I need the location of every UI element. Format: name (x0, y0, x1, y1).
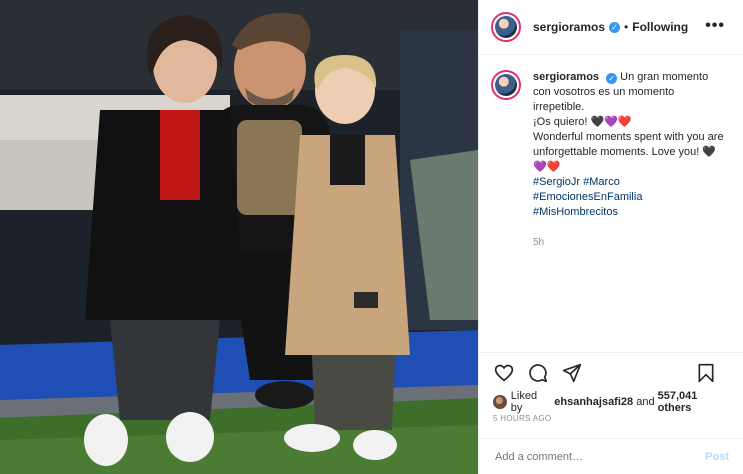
comment-button[interactable] (527, 362, 549, 384)
following-button[interactable]: Following (632, 20, 688, 34)
header-separator: • (624, 20, 629, 34)
heart-icon (494, 364, 514, 381)
photo-illustration (0, 0, 478, 474)
liked-by-user[interactable]: ehsanhajsafi28 (554, 396, 633, 408)
post-date[interactable]: 5 HOURS AGO (493, 414, 551, 423)
comment-box: Post (479, 438, 743, 474)
bookmark-icon (698, 363, 714, 383)
like-button[interactable] (493, 362, 515, 384)
hashtag-link[interactable]: #EmocionesEnFamilia (533, 190, 728, 205)
hashtag-link[interactable]: #MisHombrecitos (533, 205, 728, 220)
post-header: sergioramos ✓ • Following ••• (479, 0, 743, 55)
caption-timestamp[interactable]: 5h (533, 235, 728, 250)
action-bar (479, 352, 743, 392)
verified-icon: ✓ (606, 73, 618, 84)
liked-by-prefix: Liked by (510, 390, 538, 414)
author-username[interactable]: sergioramos (533, 20, 605, 34)
instagram-post: sergioramos ✓ • Following ••• sergioramo… (0, 0, 743, 474)
post-photo[interactable] (0, 0, 478, 474)
liker-avatar[interactable] (493, 395, 507, 409)
likes-count[interactable]: 557,041 others (658, 390, 733, 414)
comment-icon (529, 363, 548, 382)
share-button[interactable] (561, 362, 583, 384)
hashtag-link[interactable]: #SergioJr #Marco (533, 175, 728, 190)
more-options-icon[interactable]: ••• (705, 17, 725, 35)
caption-block: sergioramos ✓ Un gran momento con vosotr… (491, 70, 731, 250)
caption-avatar[interactable] (491, 70, 521, 100)
post-comment-button[interactable]: Post (705, 451, 729, 463)
caption-line: ¡Os quiero! 🖤💜❤️ (533, 116, 632, 128)
likes-summary: Liked by ehsanhajsafi28 and 557,041 othe… (493, 390, 733, 414)
share-icon (562, 363, 582, 382)
caption-username[interactable]: sergioramos (533, 71, 599, 83)
post-side-panel: sergioramos ✓ • Following ••• sergioramo… (478, 0, 743, 474)
caption-text: sergioramos ✓ Un gran momento con vosotr… (533, 70, 728, 250)
save-button[interactable] (695, 362, 717, 384)
liked-by-and: and (636, 396, 655, 408)
verified-icon: ✓ (609, 21, 621, 33)
comment-input[interactable] (493, 449, 706, 464)
author-avatar[interactable] (491, 12, 521, 42)
caption-line: Wonderful moments spent with you are unf… (533, 131, 724, 173)
